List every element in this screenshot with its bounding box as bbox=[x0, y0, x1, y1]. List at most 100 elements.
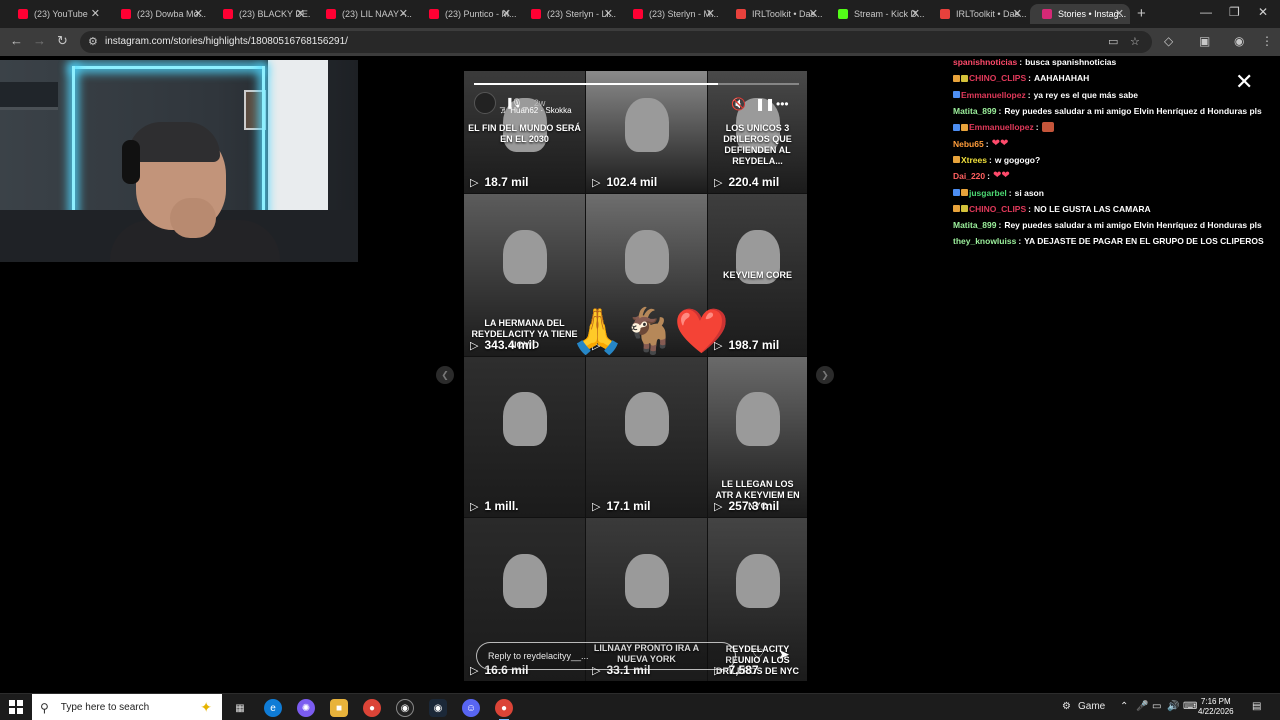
avatar[interactable] bbox=[474, 92, 496, 114]
tab-close-icon[interactable]: ✕ bbox=[604, 7, 613, 20]
notifications-icon[interactable]: ▤ bbox=[1252, 701, 1261, 712]
tab-favicon-icon bbox=[940, 9, 950, 19]
game-mode-icon[interactable]: ⚙ bbox=[1062, 701, 1071, 712]
browser-tab[interactable]: (23) Puntico - M... ✕ bbox=[417, 4, 517, 24]
chat-username[interactable]: CHINO_CLIPS bbox=[969, 72, 1026, 84]
chat-username[interactable]: jusgarbel bbox=[969, 187, 1007, 199]
install-app-icon[interactable]: ▭ bbox=[1108, 35, 1118, 48]
chat-badge-icon bbox=[961, 189, 968, 197]
reload-icon[interactable]: ↻ bbox=[57, 33, 68, 49]
game-label[interactable]: Game bbox=[1078, 701, 1105, 712]
window-close-icon[interactable]: ✕ bbox=[1258, 5, 1268, 19]
file-explorer-icon[interactable]: ■ bbox=[330, 699, 348, 717]
chat-username[interactable]: spanishnoticias bbox=[953, 56, 1017, 68]
volume-icon[interactable]: 🔊 bbox=[1167, 701, 1179, 712]
chat-username[interactable]: Xtrees bbox=[961, 154, 987, 166]
story-grid-cell[interactable]: EL FIN DEL MUNDO SERÁ EN EL 2030 ▷ 18.7 mi… bbox=[464, 71, 585, 193]
taskbar-clock[interactable]: 7:16 PM 4/22/2026 bbox=[1198, 697, 1234, 717]
story-grid-cell[interactable]: ▷ 1 mill. bbox=[464, 357, 585, 517]
browser-tab[interactable]: (23) Sterlyn - M... ✕ bbox=[621, 4, 721, 24]
keyboard-icon[interactable]: ⌨ bbox=[1183, 701, 1197, 712]
story-grid-cell[interactable]: ▷ 17.1 mil bbox=[586, 357, 707, 517]
menu-kebab-icon[interactable]: ⋮ bbox=[1261, 34, 1273, 48]
chat-message: Emmanuellopez: bbox=[953, 119, 1253, 135]
tab-close-icon[interactable]: ✕ bbox=[399, 7, 408, 20]
reply-input[interactable]: Reply to reydelacityy__... bbox=[476, 642, 736, 670]
new-tab-icon[interactable]: + bbox=[1137, 5, 1146, 22]
story-viewer[interactable]: EL FIN DEL MUNDO SERÁ EN EL 2030 ▷ 18.7 mi… bbox=[464, 71, 807, 681]
chat-username[interactable]: Dai_220 bbox=[953, 170, 985, 182]
tab-close-icon[interactable]: ✕ bbox=[706, 7, 715, 20]
chat-username[interactable]: Emmanuellopez bbox=[961, 89, 1026, 101]
story-grid-cell[interactable]: LA HERMANA DEL REYDELACITY YA TIENE NOVI… bbox=[464, 194, 585, 356]
story-grid-cell[interactable]: ▷ 102.4 mil bbox=[586, 71, 707, 193]
browser-tab[interactable]: (23) Dowba Mo... ✕ bbox=[109, 4, 209, 24]
tab-close-icon[interactable]: ✕ bbox=[502, 7, 511, 20]
tab-close-icon[interactable]: ✕ bbox=[296, 7, 305, 20]
share-send-icon[interactable]: ➤ bbox=[778, 646, 790, 663]
tab-favicon-icon bbox=[1042, 9, 1052, 19]
address-bar[interactable]: ⚙ instagram.com/stories/highlights/18080… bbox=[80, 31, 1152, 53]
story-grid-cell[interactable]: LOS UNICOS 3 DRILEROS QUE DEFIENDEN AL R… bbox=[708, 71, 807, 193]
chat-username[interactable]: CHINO_CLIPS bbox=[969, 203, 1026, 215]
prev-story-icon[interactable]: ❮ bbox=[436, 366, 454, 384]
chat-username[interactable]: Emmanuellopez bbox=[969, 121, 1034, 133]
browser-tab[interactable]: (23) LIL NAAY -... ✕ bbox=[314, 4, 414, 24]
profile-icon[interactable]: ◉ bbox=[1234, 34, 1244, 48]
microphone-icon[interactable]: 🎤 bbox=[1136, 701, 1148, 712]
restore-icon[interactable]: ❐ bbox=[1229, 5, 1240, 19]
view-count: ▷ 17.1 mil bbox=[592, 499, 651, 513]
browser-tab[interactable]: (23) Sterlyn - Li... ✕ bbox=[519, 4, 619, 24]
tab-close-icon[interactable]: ✕ bbox=[1115, 7, 1124, 20]
browser-tab[interactable]: Stream - Kick D... ✕ bbox=[826, 4, 926, 24]
tab-close-icon[interactable]: ✕ bbox=[809, 7, 818, 20]
mute-icon[interactable]: 🔇 bbox=[731, 97, 746, 111]
search-icon: ⚲ bbox=[40, 700, 49, 715]
chrome-icon[interactable]: ● bbox=[363, 699, 381, 717]
back-icon[interactable]: ← bbox=[10, 33, 23, 48]
chat-username[interactable]: Nebu65 bbox=[953, 138, 984, 150]
browser-tab[interactable]: Stories • Instag... ✕ bbox=[1030, 4, 1130, 24]
taskbar-search-placeholder: Type here to search bbox=[60, 702, 150, 713]
search-highlight-icon: ✦ bbox=[200, 699, 212, 715]
edge-icon[interactable]: e bbox=[264, 699, 282, 717]
next-story-icon[interactable]: ❯ bbox=[816, 366, 834, 384]
steam-icon[interactable]: ◉ bbox=[429, 699, 447, 717]
minimize-icon[interactable]: — bbox=[1200, 5, 1212, 19]
chrome-active-icon[interactable]: ● bbox=[495, 699, 513, 720]
copilot-icon[interactable]: ✺ bbox=[297, 699, 315, 717]
tray-chevron-icon[interactable]: ⌃ bbox=[1120, 701, 1128, 712]
tab-close-icon[interactable]: ✕ bbox=[91, 7, 100, 20]
site-info-icon[interactable]: ⚙ bbox=[88, 35, 98, 48]
tab-close-icon[interactable]: ✕ bbox=[1013, 7, 1022, 20]
browser-tab[interactable]: IRLToolkit • Das... ✕ bbox=[724, 4, 824, 24]
browser-tab[interactable]: (23) BLACKY DE... ✕ bbox=[211, 4, 311, 24]
tab-close-icon[interactable]: ✕ bbox=[911, 7, 920, 20]
browser-tab[interactable]: (23) YouTube ✕ bbox=[6, 4, 106, 24]
discord-icon[interactable]: ☺ bbox=[462, 699, 480, 717]
story-grid-cell[interactable]: LE LLEGAN LOS ATR A KEYVIEM EN NYC ▷ 257.3… bbox=[708, 357, 807, 517]
chat-message: Matita_899: Rey puedes saludar a mi amigo… bbox=[953, 103, 1262, 119]
like-heart-icon[interactable]: ♡ bbox=[752, 646, 765, 663]
chat-separator: : bbox=[1019, 57, 1023, 68]
network-icon[interactable]: ▭ bbox=[1152, 701, 1161, 712]
task-view-icon[interactable]: ▦ bbox=[231, 699, 249, 717]
chat-separator: : bbox=[1028, 203, 1031, 214]
chat-username[interactable]: Matita_899 bbox=[953, 219, 996, 231]
side-panel-icon[interactable]: ▣ bbox=[1199, 34, 1210, 48]
chat-badge-icon bbox=[953, 74, 960, 82]
browser-tab[interactable]: IRLToolkit • Das... ✕ bbox=[928, 4, 1028, 24]
tab-close-icon[interactable]: ✕ bbox=[194, 7, 203, 20]
obs-icon[interactable]: ◉ bbox=[396, 699, 414, 717]
chat-username[interactable]: Matita_899 bbox=[953, 105, 996, 117]
pause-icon[interactable]: ❚❚ bbox=[755, 97, 775, 111]
chat-separator: : bbox=[1027, 89, 1031, 100]
extensions-icon[interactable]: ◇ bbox=[1164, 34, 1173, 48]
more-options-icon[interactable]: ••• bbox=[776, 97, 789, 111]
story-music[interactable]: ♬ Huan62 · Skokka bbox=[500, 106, 572, 115]
taskbar-search[interactable]: ⚲ Type here to search ✦ bbox=[32, 694, 222, 720]
forward-icon[interactable]: → bbox=[33, 33, 46, 48]
windows-start-icon[interactable] bbox=[9, 700, 23, 714]
chat-username[interactable]: they_knowluiss bbox=[953, 235, 1016, 247]
bookmark-star-icon[interactable]: ☆ bbox=[1130, 35, 1140, 48]
